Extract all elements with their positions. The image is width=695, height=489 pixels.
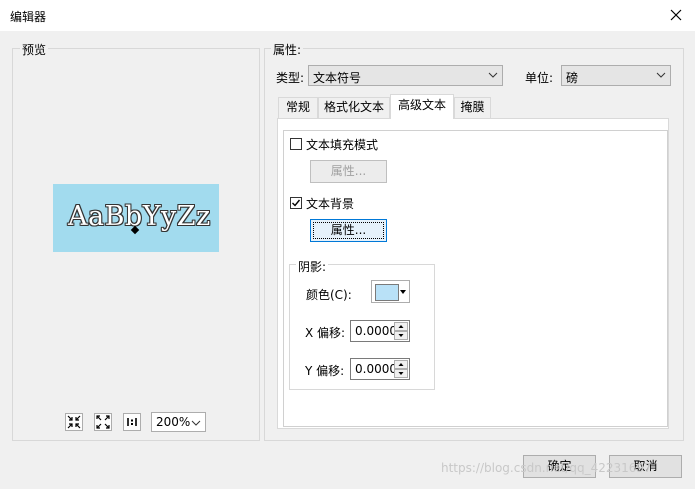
- collapse-arrows-icon: [67, 415, 81, 429]
- x-offset-value: 0.0000: [355, 324, 397, 338]
- arrow-up-icon: [398, 363, 404, 366]
- shadow-color-swatch: [375, 284, 399, 301]
- unit-value: 磅: [566, 71, 579, 85]
- arrow-down-icon: [398, 372, 404, 375]
- shadow-color-label: 颜色(C):: [306, 288, 352, 302]
- full-extent-button[interactable]: [94, 413, 112, 431]
- x-offset-input[interactable]: 0.0000: [350, 320, 410, 342]
- check-icon: [292, 199, 301, 207]
- x-offset-down-button[interactable]: [394, 331, 408, 340]
- arrow-up-icon: [398, 325, 404, 328]
- tab-advanced-text[interactable]: 高级文本: [390, 94, 454, 119]
- fill-pattern-properties-button[interactable]: 属性...: [310, 160, 387, 183]
- y-offset-input[interactable]: 0.0000: [350, 358, 410, 380]
- preview-legend: 预览: [20, 41, 49, 58]
- shadow-color-picker[interactable]: [371, 280, 410, 303]
- watermark-text: https://blog.csdn.net/qq_42231697: [441, 461, 652, 475]
- y-offset-down-button[interactable]: [394, 369, 408, 378]
- fill-pattern-label: 文本填充模式: [306, 138, 379, 152]
- arrow-down-icon: [398, 334, 404, 337]
- chevron-down-icon: [656, 72, 666, 78]
- type-select[interactable]: 文本符号: [308, 65, 503, 86]
- preview-sample-text: AaBbYyZz: [68, 201, 211, 232]
- text-background-label: 文本背景: [306, 197, 355, 211]
- zoom-select[interactable]: 200%: [151, 412, 206, 432]
- dropdown-arrow-icon: [400, 290, 406, 294]
- tab-general[interactable]: 常规: [278, 97, 318, 118]
- y-offset-label: Y 偏移:: [305, 364, 345, 378]
- type-value: 文本符号: [313, 71, 362, 85]
- close-icon[interactable]: [667, 6, 685, 24]
- expand-arrows-icon: [96, 415, 110, 429]
- tab-formatted-text[interactable]: 格式化文本: [318, 97, 390, 118]
- actual-size-button[interactable]: [123, 413, 141, 431]
- window-title: 编辑器: [10, 10, 47, 24]
- unit-label: 单位:: [525, 71, 554, 85]
- y-offset-up-button[interactable]: [394, 360, 408, 369]
- fill-pattern-checkbox[interactable]: [290, 138, 302, 150]
- text-background-properties-button[interactable]: 属性...: [310, 219, 387, 242]
- type-label: 类型:: [276, 71, 305, 85]
- chevron-down-icon: [488, 72, 498, 78]
- zoom-value: 200%: [156, 415, 191, 429]
- y-offset-value: 0.0000: [355, 362, 397, 376]
- title-bar: [0, 0, 695, 31]
- text-background-checkbox[interactable]: [290, 197, 302, 209]
- zoom-fit-button[interactable]: [65, 413, 83, 431]
- x-offset-up-button[interactable]: [394, 322, 408, 331]
- properties-legend: 属性:: [271, 41, 304, 58]
- chevron-down-icon: [191, 420, 201, 426]
- shadow-legend: 阴影:: [296, 258, 329, 275]
- tab-mask[interactable]: 掩膜: [454, 97, 491, 118]
- x-offset-label: X 偏移:: [305, 326, 346, 340]
- unit-select[interactable]: 磅: [561, 65, 671, 86]
- one-to-one-icon: [127, 418, 137, 426]
